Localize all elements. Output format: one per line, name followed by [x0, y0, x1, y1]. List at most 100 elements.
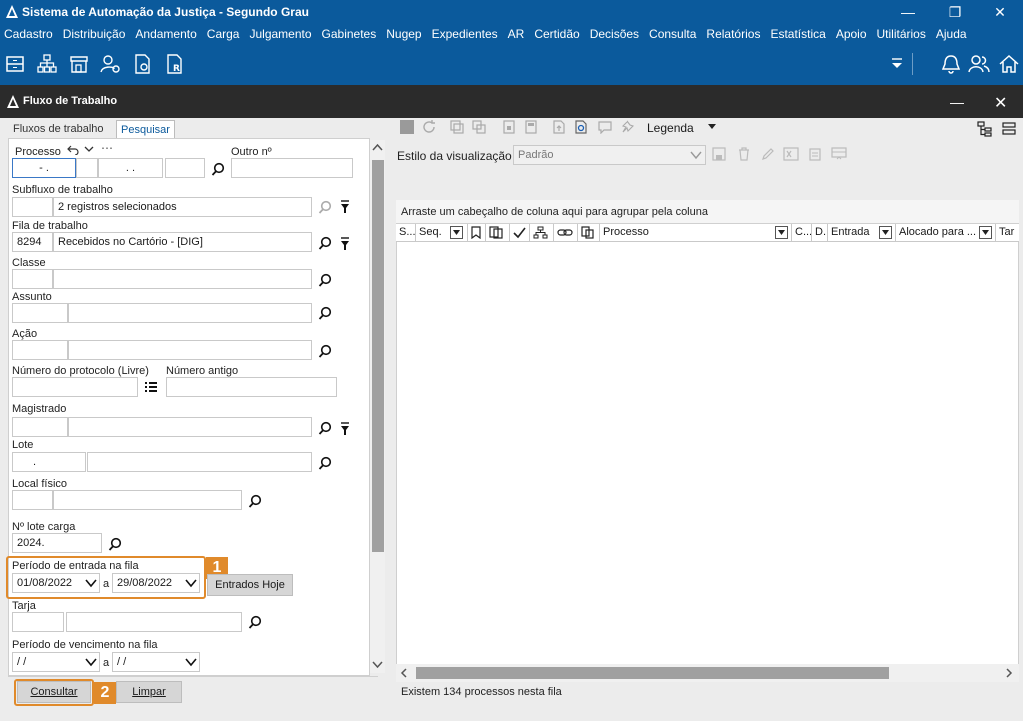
- local-code-input[interactable]: [12, 490, 53, 510]
- scroll-up-icon[interactable]: [372, 143, 383, 153]
- legenda-menu[interactable]: Legenda: [647, 121, 694, 135]
- col-entrada-filter-icon[interactable]: [879, 226, 892, 239]
- consultar-button[interactable]: Consultar: [17, 681, 91, 703]
- col-header-s[interactable]: S...: [396, 224, 416, 242]
- menu-ajuda[interactable]: Ajuda: [936, 27, 967, 41]
- local-search-icon[interactable]: [248, 494, 262, 508]
- local-input[interactable]: [53, 490, 242, 510]
- col-processo-filter-icon[interactable]: [775, 226, 788, 239]
- menu-certidao[interactable]: Certidão: [534, 27, 579, 41]
- periodo-to-chevron-icon[interactable]: [185, 577, 197, 589]
- col-header-c[interactable]: C...: [792, 224, 812, 242]
- refresh-icon[interactable]: [422, 120, 436, 134]
- lote-carga-input[interactable]: 2024.: [12, 533, 102, 553]
- lock-doc-icon[interactable]: [502, 120, 516, 134]
- scroll-right-icon[interactable]: [1005, 668, 1013, 678]
- save-style-icon[interactable]: [712, 147, 726, 161]
- magistrado-search-icon[interactable]: [318, 421, 332, 435]
- close-icon[interactable]: ✕: [977, 0, 1023, 24]
- outro-input[interactable]: [231, 158, 353, 178]
- tab-fluxos[interactable]: Fluxos de trabalho: [9, 120, 108, 138]
- fila-search-icon[interactable]: [318, 236, 332, 250]
- menu-gabinetes[interactable]: Gabinetes: [322, 27, 377, 41]
- vencimento-from-chevron-icon[interactable]: [85, 656, 97, 668]
- menu-julgamento[interactable]: Julgamento: [249, 27, 311, 41]
- col-header-doc-copy[interactable]: [578, 224, 600, 242]
- classe-search-icon[interactable]: [318, 273, 332, 287]
- doc-search-icon[interactable]: [574, 120, 588, 134]
- processo-search-icon[interactable]: [211, 162, 225, 176]
- fila-input[interactable]: Recebidos no Cartório - [DIG]: [53, 232, 312, 252]
- list-view-icon[interactable]: [1002, 121, 1016, 137]
- undo-icon[interactable]: [67, 143, 79, 155]
- users-icon[interactable]: [968, 53, 990, 75]
- entrados-hoje-button[interactable]: Entrados Hoje: [207, 574, 293, 596]
- numero-antigo-input[interactable]: [166, 377, 337, 397]
- lote-search-icon[interactable]: [318, 456, 332, 470]
- assunto-code-input[interactable]: [12, 303, 68, 323]
- menu-estatistica[interactable]: Estatística: [770, 27, 825, 41]
- columns-icon[interactable]: [831, 147, 847, 161]
- document-r-icon[interactable]: R: [164, 53, 186, 75]
- menu-distribuicao[interactable]: Distribuição: [63, 27, 126, 41]
- edit-icon[interactable]: [761, 147, 775, 161]
- subfluxo-filter-icon[interactable]: [340, 200, 350, 214]
- bell-icon[interactable]: [940, 53, 962, 75]
- col-seq-filter-icon[interactable]: [450, 226, 463, 239]
- tarja-code-input[interactable]: [12, 612, 64, 632]
- doc-up-icon[interactable]: [552, 120, 566, 134]
- tree-view-icon[interactable]: [977, 121, 993, 137]
- col-header-seq[interactable]: Seq.: [416, 224, 468, 242]
- col-header-entrada[interactable]: Entrada: [828, 224, 896, 242]
- toolbar-dropdown-icon[interactable]: [886, 53, 908, 75]
- col-header-link[interactable]: [554, 224, 578, 242]
- restore-icon[interactable]: ❐: [932, 0, 978, 24]
- menu-relatorios[interactable]: Relatórios: [706, 27, 760, 41]
- scroll-left-icon[interactable]: [400, 668, 408, 678]
- scroll-down-icon[interactable]: [372, 659, 383, 669]
- menu-utilitarios[interactable]: Utilitários: [877, 27, 926, 41]
- assunto-search-icon[interactable]: [318, 306, 332, 320]
- lote-desc-input[interactable]: [87, 452, 312, 472]
- periodo-from-chevron-icon[interactable]: [85, 577, 97, 589]
- hierarchy-icon[interactable]: [36, 53, 58, 75]
- legenda-dropdown-icon[interactable]: [708, 124, 716, 130]
- col-header-alocado[interactable]: Alocado para ...: [896, 224, 996, 242]
- menu-ar[interactable]: AR: [508, 27, 525, 41]
- classe-input[interactable]: [53, 269, 312, 289]
- tarja-search-icon[interactable]: [248, 615, 262, 629]
- clipboard-icon[interactable]: [808, 147, 822, 161]
- pin-icon[interactable]: [620, 120, 634, 134]
- acao-search-icon[interactable]: [318, 344, 332, 358]
- subwindow-close-icon[interactable]: ✕: [994, 93, 1010, 112]
- col-header-docs[interactable]: [486, 224, 510, 242]
- document-o-icon[interactable]: [132, 53, 154, 75]
- processo-input-3[interactable]: . .: [98, 158, 163, 178]
- home-icon[interactable]: [998, 53, 1020, 75]
- estilo-chevron-icon[interactable]: [690, 149, 702, 161]
- magistrado-filter-icon[interactable]: [340, 422, 350, 436]
- fila-code-input[interactable]: 8294: [12, 232, 53, 252]
- col-header-tar[interactable]: Tar: [996, 224, 1019, 242]
- col-header-tree[interactable]: [530, 224, 554, 242]
- menu-andamento[interactable]: Andamento: [135, 27, 196, 41]
- menu-expedientes[interactable]: Expedientes: [432, 27, 498, 41]
- copy-icon[interactable]: [450, 120, 464, 134]
- col-header-bookmark[interactable]: [468, 224, 486, 242]
- acao-code-input[interactable]: [12, 340, 68, 360]
- more-icon[interactable]: ⋯: [101, 141, 113, 155]
- col-header-d[interactable]: D.: [812, 224, 828, 242]
- lote-carga-search-icon[interactable]: [108, 537, 122, 551]
- processo-input-2[interactable]: [76, 158, 98, 178]
- menu-nugep[interactable]: Nugep: [386, 27, 421, 41]
- grid-hscrollbar-thumb[interactable]: [416, 667, 889, 679]
- excel-icon[interactable]: [783, 147, 799, 161]
- classe-code-input[interactable]: [12, 269, 53, 289]
- menu-consulta[interactable]: Consulta: [649, 27, 696, 41]
- minimize-icon[interactable]: —: [885, 0, 931, 24]
- subfluxo-search-icon[interactable]: [318, 200, 332, 214]
- menu-carga[interactable]: Carga: [207, 27, 240, 41]
- protocolo-input[interactable]: [12, 377, 138, 397]
- chevron-down-icon[interactable]: [83, 143, 95, 155]
- vencimento-to-chevron-icon[interactable]: [185, 656, 197, 668]
